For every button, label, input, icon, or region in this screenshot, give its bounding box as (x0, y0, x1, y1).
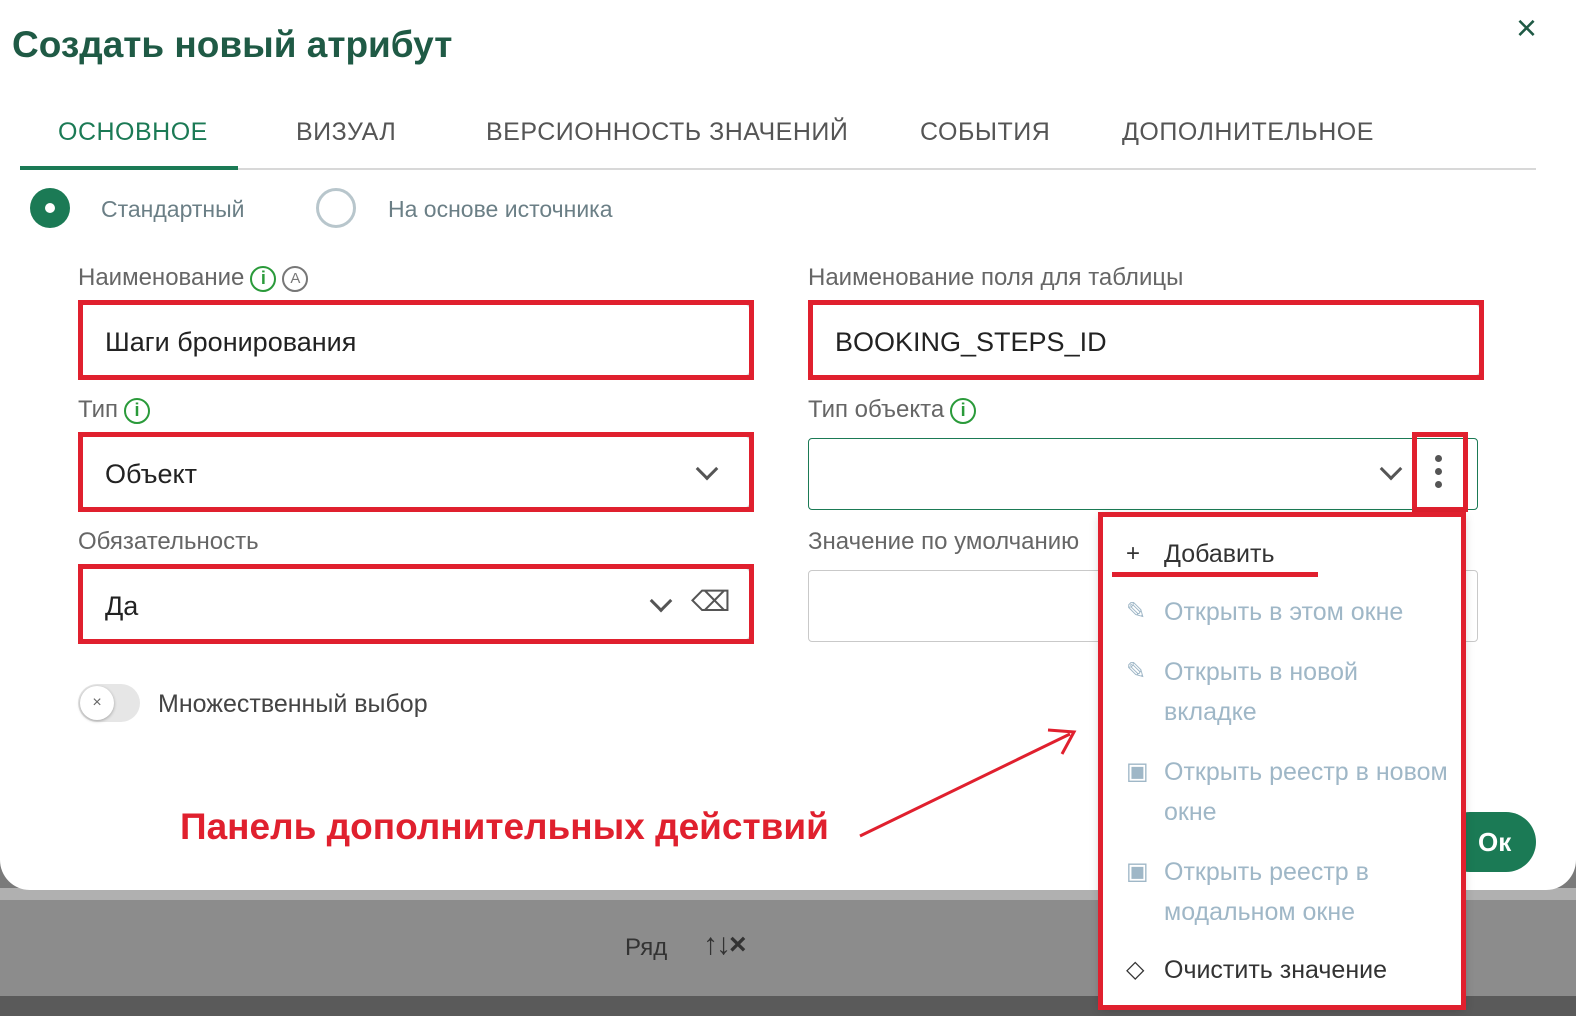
menu-item-label: Открыть реестр в модальном окне (1164, 858, 1369, 926)
pencil-icon: ✎ (1126, 658, 1147, 685)
menu-item-label: Открыть реестр в новом окне (1164, 758, 1448, 826)
eraser-icon: ◇ (1126, 956, 1145, 983)
pencil-icon: ✎ (1126, 598, 1147, 625)
menu-item-label: Открыть в этом окне (1164, 598, 1404, 626)
menu-item-clear-value[interactable]: ◇ Очистить значение (1126, 950, 1448, 990)
menu-item-open-this-window[interactable]: ✎ Открыть в этом окне (1126, 592, 1448, 632)
actions-menu: + Добавить ✎ Открыть в этом окне ✎ Откры… (1100, 514, 1464, 1008)
highlight-add-underline (1112, 572, 1318, 577)
registry-icon: ▣ (1126, 858, 1149, 885)
menu-item-add[interactable]: + Добавить (1126, 534, 1448, 574)
menu-item-open-new-tab[interactable]: ✎ Открыть в новой вкладке (1126, 652, 1448, 732)
menu-item-label: Очистить значение (1164, 956, 1387, 984)
plus-icon: + (1126, 540, 1141, 567)
menu-item-open-registry-new-window[interactable]: ▣ Открыть реестр в новом окне (1126, 752, 1448, 832)
registry-icon: ▣ (1126, 758, 1149, 785)
menu-item-label: Открыть в новой вкладке (1164, 658, 1358, 726)
menu-item-open-registry-modal[interactable]: ▣ Открыть реестр в модальном окне (1126, 852, 1448, 932)
menu-item-label: Добавить (1164, 540, 1275, 568)
